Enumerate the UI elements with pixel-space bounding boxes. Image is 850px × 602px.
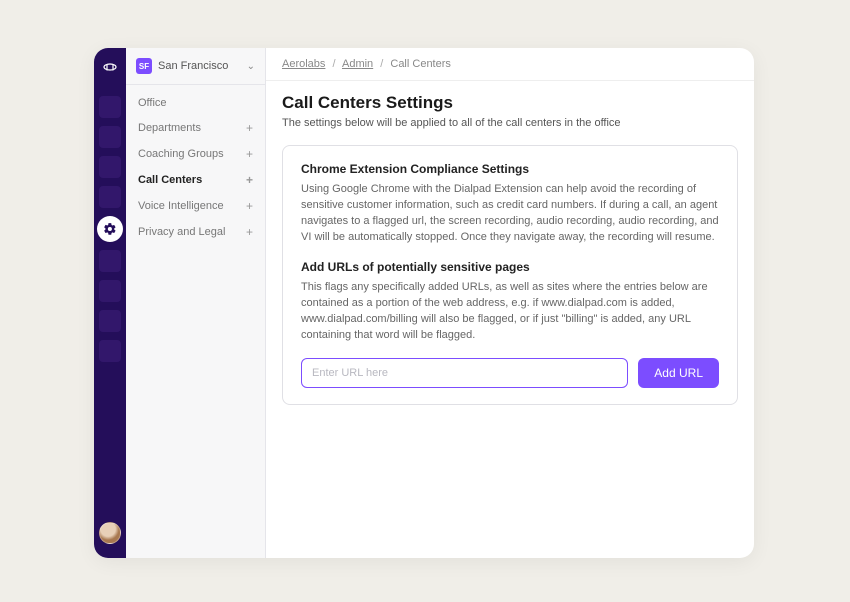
sidebar-item[interactable]: Office	[126, 91, 265, 115]
plus-icon[interactable]: +	[246, 199, 253, 213]
card-section-title: Add URLs of potentially sensitive pages	[301, 260, 719, 274]
rail-settings-icon[interactable]	[97, 216, 123, 242]
page-subtitle: The settings below will be applied to al…	[282, 117, 738, 129]
logo-icon	[102, 60, 118, 76]
sidebar-item-label: Office	[138, 97, 167, 109]
card-section-title: Chrome Extension Compliance Settings	[301, 162, 719, 176]
avatar[interactable]	[99, 522, 121, 544]
rail-item[interactable]	[99, 156, 121, 178]
url-input-row: Add URL	[301, 358, 719, 388]
rail-item[interactable]	[99, 310, 121, 332]
sidebar-item-label: Coaching Groups	[138, 148, 224, 160]
location-name: San Francisco	[158, 60, 247, 72]
sidebar-item-label: Departments	[138, 122, 201, 134]
content: Call Centers Settings The settings below…	[266, 81, 754, 417]
add-url-button[interactable]: Add URL	[638, 358, 719, 388]
sidebar-item[interactable]: Call Centers +	[126, 167, 265, 193]
plus-icon[interactable]: +	[246, 121, 253, 135]
page-title: Call Centers Settings	[282, 93, 738, 113]
plus-icon[interactable]: +	[246, 147, 253, 161]
sidebar: SF San Francisco ⌄ OfficeDepartments+Coa…	[126, 48, 266, 558]
location-badge: SF	[136, 58, 152, 74]
sidebar-item[interactable]: Coaching Groups +	[126, 141, 265, 167]
url-input[interactable]	[301, 358, 628, 388]
plus-icon[interactable]: +	[246, 173, 253, 187]
rail-item[interactable]	[99, 126, 121, 148]
breadcrumb-current: Call Centers	[390, 58, 451, 70]
sidebar-item-label: Call Centers	[138, 174, 202, 186]
rail-item[interactable]	[99, 280, 121, 302]
card-section-body: This flags any specifically added URLs, …	[301, 280, 719, 344]
plus-icon[interactable]: +	[246, 225, 253, 239]
main-panel: Aerolabs / Admin / Call Centers Call Cen…	[266, 48, 754, 558]
sidebar-item[interactable]: Voice Intelligence +	[126, 193, 265, 219]
breadcrumb-link[interactable]: Admin	[342, 58, 373, 70]
rail-item[interactable]	[99, 186, 121, 208]
rail-item[interactable]	[99, 250, 121, 272]
settings-card: Chrome Extension Compliance Settings Usi…	[282, 145, 738, 405]
app-window: SF San Francisco ⌄ OfficeDepartments+Coa…	[94, 48, 754, 558]
sidebar-item-label: Privacy and Legal	[138, 226, 225, 238]
left-rail	[94, 48, 126, 558]
sidebar-item[interactable]: Privacy and Legal +	[126, 219, 265, 245]
rail-item[interactable]	[99, 96, 121, 118]
rail-item[interactable]	[99, 340, 121, 362]
breadcrumb-link[interactable]: Aerolabs	[282, 58, 325, 70]
card-section-body: Using Google Chrome with the Dialpad Ext…	[301, 182, 719, 246]
sidebar-item[interactable]: Departments +	[126, 115, 265, 141]
sidebar-nav: OfficeDepartments+Coaching Groups+Call C…	[126, 85, 265, 251]
chevron-down-icon: ⌄	[247, 61, 255, 72]
breadcrumb-sep: /	[380, 58, 383, 70]
sidebar-item-label: Voice Intelligence	[138, 200, 224, 212]
breadcrumb-sep: /	[332, 58, 335, 70]
location-selector[interactable]: SF San Francisco ⌄	[126, 48, 265, 85]
breadcrumb: Aerolabs / Admin / Call Centers	[266, 48, 754, 81]
